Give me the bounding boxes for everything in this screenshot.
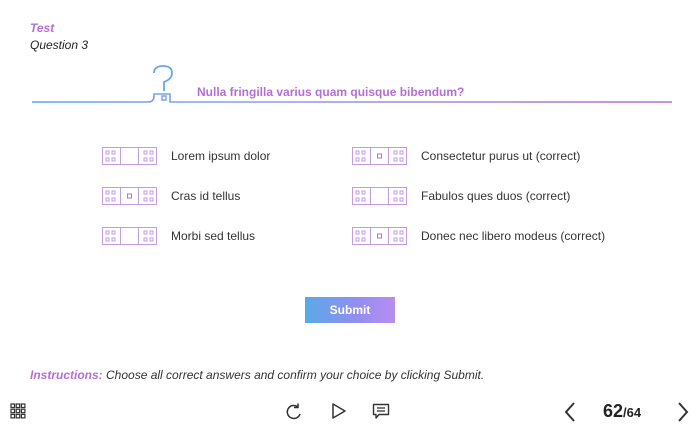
reload-icon[interactable] [285,402,303,422]
instructions-lead: Instructions: [30,368,103,382]
option-label: Lorem ipsum dolor [171,149,271,163]
checkbox-icon [352,147,407,165]
chevron-left-icon[interactable] [563,401,577,423]
option-6[interactable]: Donec nec libero modeus (correct) [352,226,605,246]
test-title: Test [30,21,55,35]
total-pages: /64 [623,405,642,420]
header: Test Question 3 [30,21,88,53]
option-label: Cras id tellus [171,189,241,203]
question-mark-icon [153,65,173,101]
checkbox-icon [352,227,407,245]
question-number: Question 3 [30,38,89,52]
instructions: Instructions: Choose all correct answers… [30,368,484,382]
option-4[interactable]: Consectetur purus ut (correct) [352,146,580,166]
checkbox-icon [102,227,157,245]
checkbox-icon [352,187,407,205]
option-3[interactable]: Morbi sed tellus [102,226,255,246]
submit-button[interactable]: Submit [305,297,395,323]
option-1[interactable]: Lorem ipsum dolor [102,146,270,166]
chevron-right-icon[interactable] [676,401,690,423]
notes-icon[interactable] [372,403,390,420]
checkbox-icon [102,147,157,165]
option-5[interactable]: Fabulos ques duos (correct) [352,186,570,206]
option-2[interactable]: Cras id tellus [102,186,240,206]
current-page: 62 [603,401,624,421]
page-indicator: 62/64 [603,401,641,422]
option-label: Morbi sed tellus [171,229,256,243]
option-label: Consectetur purus ut (correct) [421,149,581,163]
grid-menu-icon[interactable] [10,403,26,419]
instructions-text: Choose all correct answers and confirm y… [102,368,485,382]
question-text: Nulla fringilla varius quam quisque bibe… [197,85,465,99]
checkbox-icon [102,187,157,205]
option-label: Donec nec libero modeus (correct) [421,229,606,243]
play-icon[interactable] [331,402,347,420]
option-label: Fabulos ques duos (correct) [421,189,571,203]
